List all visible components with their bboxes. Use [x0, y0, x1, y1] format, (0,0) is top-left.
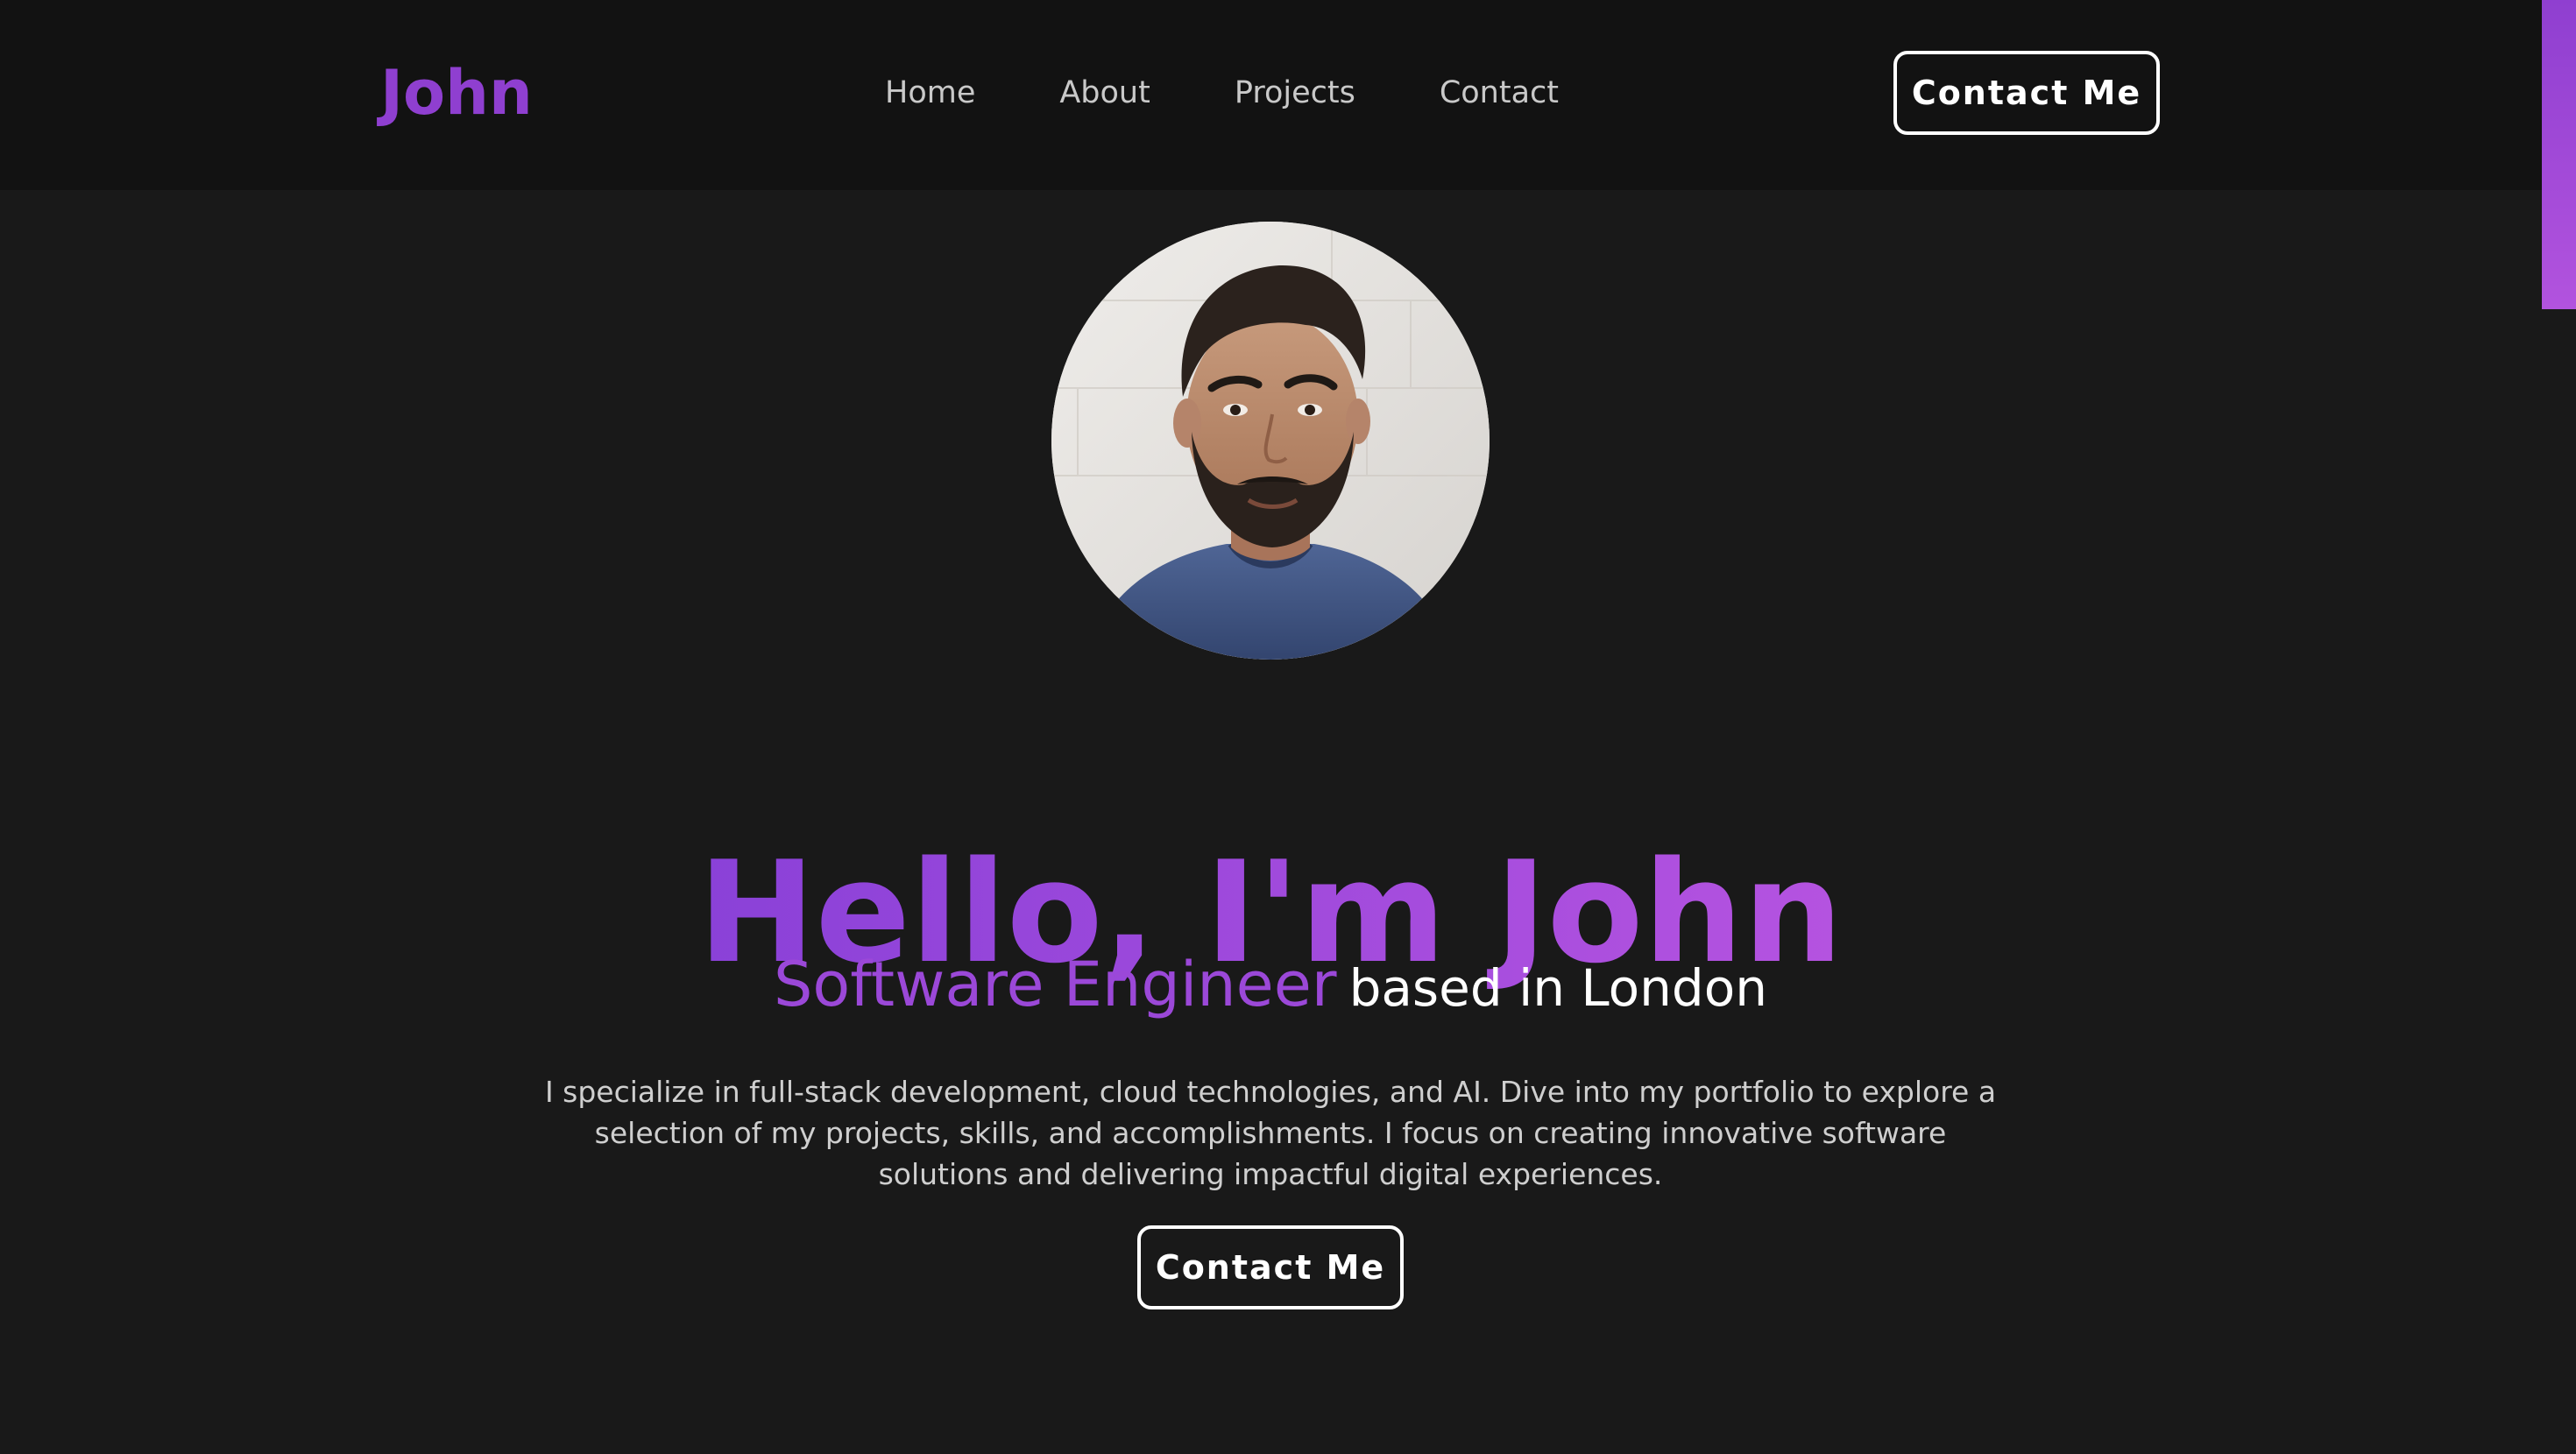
hero-contact-button[interactable]: Contact Me	[1137, 1225, 1404, 1309]
nav-link-contact[interactable]: Contact	[1440, 67, 1559, 119]
logo[interactable]: John	[380, 51, 533, 135]
nav-links: Home About Projects Contact	[885, 67, 1559, 119]
hero-description: I specialize in full-stack development, …	[544, 1075, 1997, 1191]
role-text: Software Engineer	[773, 949, 1337, 1020]
nav-contact-button[interactable]: Contact Me	[1893, 51, 2160, 135]
nav-link-home[interactable]: Home	[885, 67, 975, 119]
hero-subtitle: Software Engineer based in London	[0, 941, 2541, 1045]
location-text: based in London	[1348, 958, 1767, 1018]
portrait-image	[1051, 222, 1490, 660]
nav-link-projects[interactable]: Projects	[1235, 67, 1355, 119]
avatar	[1051, 222, 1490, 660]
nav-link-about[interactable]: About	[1059, 67, 1150, 119]
scroll-progress-indicator	[2542, 0, 2576, 309]
navbar: John Home About Projects Contact Contact…	[0, 0, 2576, 190]
